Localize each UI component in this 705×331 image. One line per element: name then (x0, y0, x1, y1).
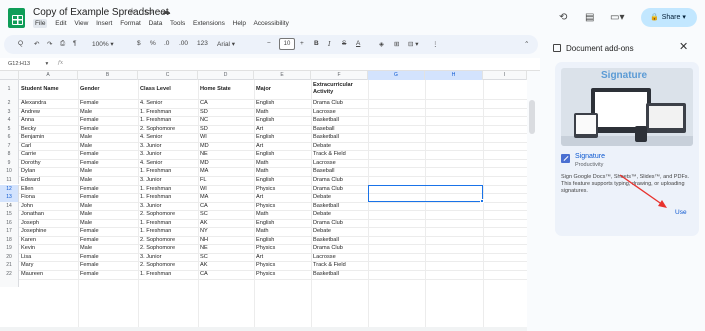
arrow-head (658, 200, 667, 208)
sheet-tabs-bar (0, 327, 527, 331)
annotation-arrow (619, 174, 667, 208)
arrow-line (619, 174, 664, 206)
sheets-app: Copy of Example Spreadsheet ☆ ▭ ☁ File E… (0, 0, 705, 331)
